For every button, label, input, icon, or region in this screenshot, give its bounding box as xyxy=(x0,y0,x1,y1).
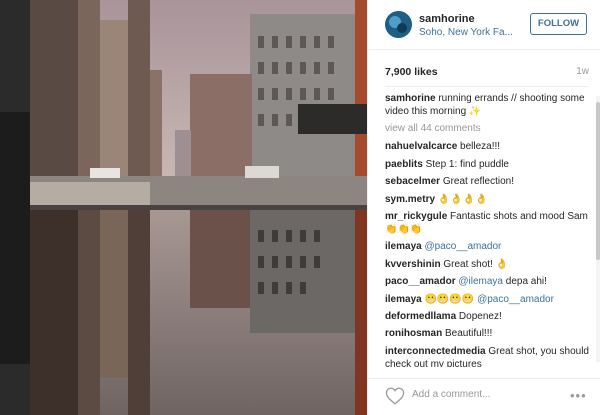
comment-text: Dopenez! xyxy=(456,310,502,322)
post-location[interactable]: Soho, New York Fa... xyxy=(419,27,513,38)
comment-username[interactable]: interconnectedmedia xyxy=(385,346,486,357)
comment-username[interactable]: nahuelvalcarce xyxy=(385,141,457,152)
lightbox-backdrop xyxy=(0,0,30,415)
comment-username[interactable]: sym.metry xyxy=(385,194,435,205)
comment-item: ronihosman Beautiful!!! xyxy=(385,327,591,340)
post-photo[interactable] xyxy=(30,0,367,415)
comment-text: 👌👌👌👌 xyxy=(435,193,488,205)
comment-username[interactable]: paco__amador xyxy=(385,276,456,287)
comment-username[interactable]: mr_rickygule xyxy=(385,211,447,222)
comment-item: mr_rickygule Fantastic shots and mood Sa… xyxy=(385,210,591,236)
comment-username[interactable]: deformedllama xyxy=(385,311,456,322)
comment-mention[interactable]: @paco__amador xyxy=(477,294,554,305)
comment-item: nahuelvalcarce belleza!!! xyxy=(385,140,591,153)
comment-text: Step 1: find puddle xyxy=(422,158,509,170)
heart-icon[interactable] xyxy=(385,387,405,405)
post-username[interactable]: samhorine xyxy=(419,13,475,25)
caption: samhorine running errands // shooting so… xyxy=(385,92,591,118)
comment-item: deformedllama Dopenez! xyxy=(385,310,591,323)
comment-item: sebacelmer Great reflection! xyxy=(385,175,591,188)
comment-mention[interactable]: @ilemaya xyxy=(458,276,503,287)
view-all-comments-link[interactable]: view all 44 comments xyxy=(385,122,591,135)
post-footer: Add a comment... ••• xyxy=(368,378,600,415)
comments-list: samhorine running errands // shooting so… xyxy=(385,92,591,367)
comment-item: ilemaya @paco__amador xyxy=(385,240,591,253)
more-options-icon[interactable]: ••• xyxy=(570,388,587,403)
comment-item: ilemaya 😬😬😬😬 @paco__amador xyxy=(385,293,591,306)
comment-username[interactable]: paeblits xyxy=(385,159,423,170)
comments-scrollbar[interactable] xyxy=(596,96,600,362)
avatar-image xyxy=(385,11,412,38)
post-stats: 7,900 likes 1w xyxy=(385,66,589,80)
comment-item: paco__amador @ilemaya depa ahi! xyxy=(385,275,591,288)
post-detail-panel: samhorine Soho, New York Fa... FOLLOW 7,… xyxy=(367,0,600,415)
follow-button[interactable]: FOLLOW xyxy=(530,13,587,35)
comment-username[interactable]: ronihosman xyxy=(385,328,442,339)
avatar[interactable] xyxy=(385,11,412,38)
comment-username[interactable]: kvvershinin xyxy=(385,259,441,270)
street-reflection-image xyxy=(30,0,367,415)
comment-text: depa ahi! xyxy=(502,276,547,288)
comment-text: belleza!!! xyxy=(457,141,501,153)
add-comment-input[interactable]: Add a comment... xyxy=(412,389,490,400)
caption-username[interactable]: samhorine xyxy=(385,93,436,104)
comment-item: kvvershinin Great shot! 👌 xyxy=(385,258,591,271)
comment-item: sym.metry 👌👌👌👌 xyxy=(385,193,591,206)
comment-text: Great shot! 👌 xyxy=(440,258,509,270)
comment-text: 😬😬😬😬 xyxy=(421,293,478,305)
post-header: samhorine Soho, New York Fa... FOLLOW xyxy=(368,0,600,50)
comment-mention[interactable]: @paco__amador xyxy=(424,241,501,252)
comment-text: Great reflection! xyxy=(440,176,514,188)
previous-post-area[interactable] xyxy=(0,112,30,364)
comment-item: paeblits Step 1: find puddle xyxy=(385,158,591,171)
comment-item: interconnectedmedia Great shot, you shou… xyxy=(385,345,591,367)
scrollbar-thumb[interactable] xyxy=(596,102,600,260)
likes-count[interactable]: 7,900 likes xyxy=(385,66,438,78)
comment-text: Beautiful!!! xyxy=(442,328,493,340)
comment-username[interactable]: sebacelmer xyxy=(385,176,440,187)
divider xyxy=(385,86,589,87)
comment-username[interactable]: ilemaya xyxy=(385,241,422,252)
comment-username[interactable]: ilemaya xyxy=(385,294,422,305)
post-age[interactable]: 1w xyxy=(576,66,589,77)
